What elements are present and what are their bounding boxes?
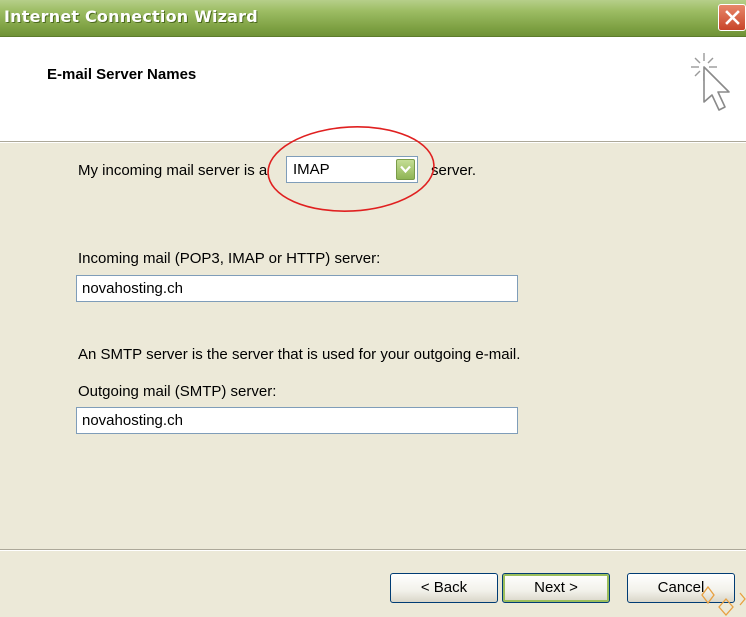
page-title: E-mail Server Names bbox=[47, 66, 197, 83]
title-bar[interactable]: Internet Connection Wizard bbox=[0, 0, 746, 37]
outgoing-server-label: Outgoing mail (SMTP) server: bbox=[78, 383, 277, 400]
highlight-circle-annotation bbox=[267, 126, 435, 212]
outgoing-server-input[interactable] bbox=[76, 407, 518, 434]
sparkle-decoration-icon bbox=[701, 585, 746, 616]
wizard-cursor-icon bbox=[691, 53, 730, 111]
next-button[interactable]: Next > bbox=[502, 573, 610, 603]
close-icon bbox=[725, 10, 740, 25]
smtp-explanation-text: An SMTP server is the server that is use… bbox=[78, 346, 521, 363]
back-button[interactable]: < Back bbox=[390, 573, 498, 603]
incoming-type-prefix: My incoming mail server is a bbox=[78, 162, 268, 179]
window-title: Internet Connection Wizard bbox=[4, 7, 258, 26]
incoming-server-label: Incoming mail (POP3, IMAP or HTTP) serve… bbox=[78, 250, 381, 267]
incoming-server-input[interactable] bbox=[76, 275, 518, 302]
close-button[interactable] bbox=[718, 4, 746, 31]
